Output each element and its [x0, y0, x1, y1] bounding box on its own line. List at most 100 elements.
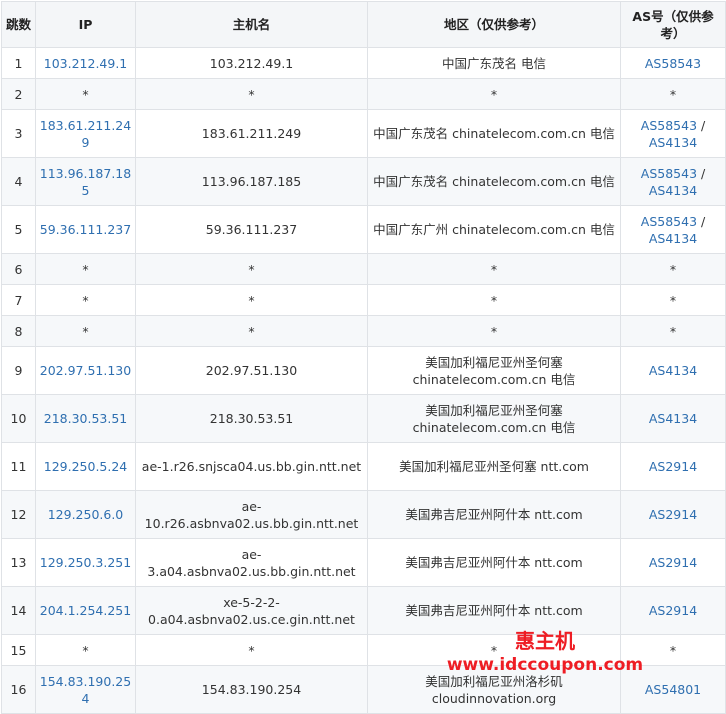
hostname-cell: 218.30.53.51 [135, 394, 368, 443]
hostname-cell: * [135, 284, 368, 316]
ip-link[interactable]: 59.36.111.237 [35, 205, 136, 254]
ip-link: * [35, 284, 136, 316]
hop-cell: 14 [1, 586, 36, 635]
as-link[interactable]: AS2914 [649, 507, 697, 522]
as-cell: AS58543 / AS4134 [620, 109, 726, 158]
hostname-cell: ae-1.r26.snjsca04.us.bb.gin.ntt.net [135, 442, 368, 491]
table-row: 7 * * * * [1, 284, 726, 316]
as-link: * [669, 323, 677, 339]
table-row: 11 129.250.5.24 ae-1.r26.snjsca04.us.bb.gi… [1, 442, 726, 491]
as-link: * [669, 261, 677, 277]
as-link[interactable]: AS4134 [649, 363, 697, 378]
as-cell: AS2914 [620, 442, 726, 491]
ip-link[interactable]: 129.250.6.0 [35, 490, 136, 539]
region-cell: 美国弗吉尼亚州阿什本 ntt.com [367, 538, 621, 587]
hop-cell: 5 [1, 205, 36, 254]
hop-cell: 12 [1, 490, 36, 539]
header-as: AS号（仅供参考） [620, 1, 726, 48]
header-row: 跳数 IP 主机名 地区（仅供参考） AS号（仅供参考） [1, 1, 726, 48]
header-hostname: 主机名 [135, 1, 368, 48]
ip-link[interactable]: 129.250.5.24 [35, 442, 136, 491]
region-cell: 美国加利福尼亚州圣何塞 chinatelecom.com.cn 电信 [367, 346, 621, 395]
hop-cell: 9 [1, 346, 36, 395]
hostname-cell: 183.61.211.249 [135, 109, 368, 158]
as-cell: * [620, 634, 726, 666]
region-cell: * [367, 634, 621, 666]
ip-link[interactable]: 218.30.53.51 [35, 394, 136, 443]
as-link[interactable]: AS58543 [645, 56, 701, 71]
as-cell: * [620, 253, 726, 285]
hostname-cell: 202.97.51.130 [135, 346, 368, 395]
ip-link: * [35, 634, 136, 666]
region-cell: 美国加利福尼亚州圣何塞 chinatelecom.com.cn 电信 [367, 394, 621, 443]
as-link[interactable]: AS58543 [641, 118, 697, 133]
hop-cell: 10 [1, 394, 36, 443]
as-link[interactable]: AS4134 [649, 183, 697, 198]
header-ip: IP [35, 1, 136, 48]
hostname-cell: 59.36.111.237 [135, 205, 368, 254]
as-cell: * [620, 78, 726, 110]
as-link[interactable]: AS58543 [641, 214, 697, 229]
as-link[interactable]: AS2914 [649, 603, 697, 618]
hostname-cell: ae-3.a04.asbnva02.us.bb.gin.ntt.net [135, 538, 368, 587]
as-cell: AS4134 [620, 346, 726, 395]
as-link: * [669, 292, 677, 308]
table-row: 2 * * * * [1, 78, 726, 110]
hostname-cell: * [135, 253, 368, 285]
region-cell: * [367, 253, 621, 285]
table-row: 9 202.97.51.130 202.97.51.130 美国加利福尼亚州圣何塞 c… [1, 346, 726, 395]
as-separator: / [697, 165, 706, 181]
ip-link[interactable]: 183.61.211.249 [35, 109, 136, 158]
as-link[interactable]: AS4134 [649, 231, 697, 246]
header-region: 地区（仅供参考） [367, 1, 621, 48]
header-hop: 跳数 [1, 1, 36, 48]
table-row: 14 204.1.254.251 xe-5-2-2-0.a04.asbnva02.u… [1, 586, 726, 635]
hop-cell: 15 [1, 634, 36, 666]
as-cell: * [620, 315, 726, 347]
region-cell: 中国广东茂名 电信 [367, 47, 621, 79]
ip-link[interactable]: 154.83.190.254 [35, 665, 136, 714]
region-cell: 中国广东茂名 chinatelecom.com.cn 电信 [367, 109, 621, 158]
hop-cell: 7 [1, 284, 36, 316]
hostname-cell: 154.83.190.254 [135, 665, 368, 714]
ip-link[interactable]: 113.96.187.185 [35, 157, 136, 206]
ip-link: * [35, 253, 136, 285]
ip-link[interactable]: 202.97.51.130 [35, 346, 136, 395]
as-link[interactable]: AS2914 [649, 555, 697, 570]
as-link[interactable]: AS58543 [641, 166, 697, 181]
region-cell: 中国广东广州 chinatelecom.com.cn 电信 [367, 205, 621, 254]
hostname-cell: * [135, 634, 368, 666]
as-separator: / [697, 117, 706, 133]
hostname-cell: xe-5-2-2-0.a04.asbnva02.us.ce.gin.ntt.ne… [135, 586, 368, 635]
region-cell: 美国弗吉尼亚州阿什本 ntt.com [367, 586, 621, 635]
as-link[interactable]: AS2914 [649, 459, 697, 474]
hostname-cell: 103.212.49.1 [135, 47, 368, 79]
ip-link[interactable]: 129.250.3.251 [35, 538, 136, 587]
region-cell: 美国弗吉尼亚州阿什本 ntt.com [367, 490, 621, 539]
region-cell: 中国广东茂名 chinatelecom.com.cn 电信 [367, 157, 621, 206]
as-cell: AS2914 [620, 538, 726, 587]
hop-cell: 1 [1, 47, 36, 79]
as-cell: AS54801 [620, 665, 726, 714]
hop-cell: 2 [1, 78, 36, 110]
hop-cell: 6 [1, 253, 36, 285]
as-link[interactable]: AS4134 [649, 135, 697, 150]
table-row: 16 154.83.190.254 154.83.190.254 美国加利福尼亚州洛杉… [1, 665, 726, 714]
table-row: 8 * * * * [1, 315, 726, 347]
table-row: 13 129.250.3.251 ae-3.a04.asbnva02.us.bb.g… [1, 538, 726, 587]
ip-link[interactable]: 103.212.49.1 [35, 47, 136, 79]
table-row: 6 * * * * [1, 253, 726, 285]
as-link[interactable]: AS4134 [649, 411, 697, 426]
ip-link[interactable]: 204.1.254.251 [35, 586, 136, 635]
hop-cell: 8 [1, 315, 36, 347]
table-row: 1 103.212.49.1 103.212.49.1 中国广东茂名 电信 AS5854… [1, 47, 726, 79]
as-cell: AS4134 [620, 394, 726, 443]
as-link: * [669, 86, 677, 102]
table-row: 3 183.61.211.249 183.61.211.249 中国广东茂名 chin… [1, 109, 726, 158]
hop-cell: 16 [1, 665, 36, 714]
ip-link: * [35, 78, 136, 110]
as-link[interactable]: AS54801 [645, 682, 701, 697]
table-row: 4 113.96.187.185 113.96.187.185 中国广东茂名 chin… [1, 157, 726, 206]
hop-cell: 13 [1, 538, 36, 587]
hostname-cell: * [135, 78, 368, 110]
